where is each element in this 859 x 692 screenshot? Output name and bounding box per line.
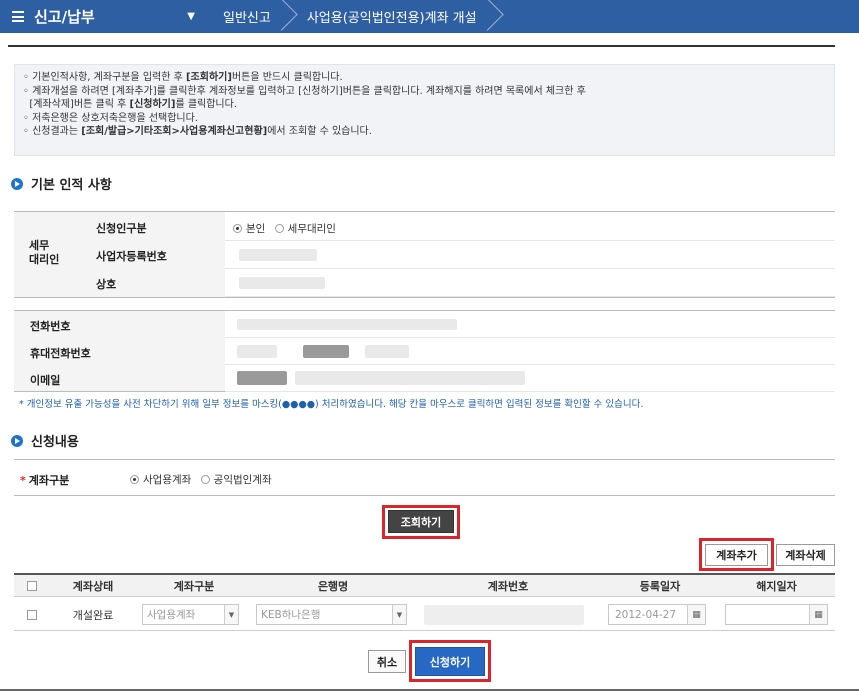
notice-box: ◦ 기본인적사항, 계좌구분을 입력한 후 [조회하기]버튼을 반드시 클릭합니…	[14, 64, 835, 156]
applicant-type-cell: 본인 세무대리인	[225, 212, 835, 241]
row-bank-cell: KEB하나은행 ▼	[252, 599, 414, 631]
col-header-bank: 은행명	[252, 573, 414, 597]
account-table: 계좌상태 계좌구분 은행명 계좌번호 등록일자 해지일자 개설완료 사업용계좌 ▼…	[14, 573, 835, 631]
breadcrumb-current-page: 사업용(공익법인전용)계좌 개설	[285, 0, 491, 33]
hamburger-icon	[12, 11, 24, 22]
chevron-down-icon: ▼	[392, 605, 406, 624]
row-checkbox-cell	[14, 599, 50, 631]
required-mark: *	[20, 474, 26, 487]
close-date-input[interactable]: ▦	[725, 604, 828, 625]
account-number-input[interactable]	[424, 604, 584, 625]
phone-label: 전화번호	[30, 320, 71, 333]
bank-select[interactable]: KEB하나은행 ▼	[256, 604, 407, 625]
account-type-select[interactable]: 사업용계좌 ▼	[142, 604, 239, 625]
bizno-value[interactable]	[225, 241, 835, 269]
section-bullet-icon	[11, 177, 23, 190]
radio-empty-icon	[200, 475, 210, 484]
masked-value	[239, 277, 325, 289]
select-all-checkbox[interactable]	[27, 580, 37, 591]
row-account-no-cell	[414, 599, 602, 631]
row-close-date-cell: ▦	[718, 599, 835, 631]
chevron-down-icon: ▼	[224, 605, 238, 624]
masked-value	[365, 345, 409, 358]
title-divider	[8, 45, 835, 47]
menu-label: 신고/납부	[34, 8, 95, 26]
name-label: 상호	[96, 278, 117, 291]
section-basic-info-title: 기본 인적 사항	[11, 174, 112, 193]
account-type-options: 사업용계좌 공익법인계좌	[130, 472, 272, 487]
masked-value	[237, 319, 457, 330]
reg-date-input[interactable]: 2012-04-27 ▦	[608, 604, 706, 625]
breadcrumb-general-filing[interactable]: 일반신고	[205, 0, 285, 33]
row-reg-date-cell: 2012-04-27 ▦	[602, 599, 718, 631]
add-account-button[interactable]: 계좌추가	[705, 544, 768, 566]
masked-value	[295, 371, 525, 385]
apply-button[interactable]: 신청하기	[415, 647, 485, 676]
bizno-label: 사업자등록번호	[96, 250, 167, 263]
mobile-value[interactable]	[225, 338, 835, 365]
radio-public-account[interactable]: 공익법인계좌	[200, 474, 272, 486]
menu-dropdown[interactable]: 신고/납부 ▼	[0, 0, 205, 33]
col-header-reg-date: 등록일자	[602, 573, 718, 597]
top-nav-bar: 신고/납부 ▼ 일반신고 사업용(공익법인전용)계좌 개설	[0, 0, 859, 33]
privacy-note: * 개인정보 유출 가능성을 사전 차단하기 위해 일부 정보를 마스킹(●●●…	[19, 399, 644, 410]
section-request-title: 신청내용	[11, 431, 79, 450]
agent-group-label: 세무 대리인	[29, 239, 60, 266]
col-header-close-date: 해지일자	[718, 573, 835, 597]
radio-empty-icon	[274, 224, 284, 233]
radio-selected-icon	[130, 475, 139, 484]
section-bullet-icon	[11, 434, 23, 447]
calendar-icon[interactable]: ▦	[809, 605, 827, 624]
calendar-icon[interactable]: ▦	[687, 605, 705, 624]
masked-value	[239, 249, 317, 261]
email-label: 이메일	[30, 374, 61, 387]
masked-value	[303, 345, 349, 358]
masked-value	[237, 371, 287, 385]
email-value[interactable]	[225, 365, 835, 392]
name-value[interactable]	[225, 269, 835, 297]
notice-line: [계좌삭제]버튼 클릭 후 [신청하기]를 클릭합니다.	[29, 99, 238, 110]
search-button[interactable]: 조회하기	[388, 510, 454, 533]
masked-value	[237, 345, 277, 358]
radio-self[interactable]: 본인	[233, 223, 265, 235]
notice-line: ◦ 기본인적사항, 계좌구분을 입력한 후 [조회하기]버튼을 반드시 클릭합니…	[23, 72, 343, 83]
col-header-type: 계좌구분	[136, 573, 252, 597]
row-type-cell: 사업용계좌 ▼	[136, 599, 252, 631]
account-type-label: * 계좌구분	[20, 474, 70, 487]
phone-value[interactable]	[225, 311, 835, 338]
bottom-divider	[0, 689, 859, 691]
cancel-button[interactable]: 취소	[368, 650, 406, 673]
radio-business-account[interactable]: 사업용계좌	[130, 474, 191, 486]
delete-account-button[interactable]: 계좌삭제	[776, 544, 835, 566]
row-checkbox[interactable]	[27, 609, 37, 620]
col-header-status: 계좌상태	[50, 573, 136, 597]
notice-line: ◦ 계좌개설을 하려면 [계좌추가]를 클릭한후 계좌정보를 입력하고 [신청하…	[23, 85, 586, 97]
radio-tax-agent[interactable]: 세무대리인	[274, 223, 336, 235]
dropdown-arrow-icon: ▼	[187, 11, 195, 22]
mobile-label: 휴대전화번호	[30, 347, 91, 360]
row-status: 개설완료	[50, 599, 136, 631]
header-checkbox-cell	[14, 573, 50, 597]
applicant-type-label: 신청인구분	[96, 222, 147, 235]
radio-selected-icon	[233, 224, 242, 233]
notice-line: ◦ 신청결과는 [조회/발급>기타조회>사업용계좌신고현황]에서 조회할 수 있…	[23, 126, 372, 137]
notice-line: ◦ 저축은행은 상호저축은행을 선택합니다.	[23, 112, 199, 124]
col-header-account-no: 계좌번호	[414, 573, 602, 597]
